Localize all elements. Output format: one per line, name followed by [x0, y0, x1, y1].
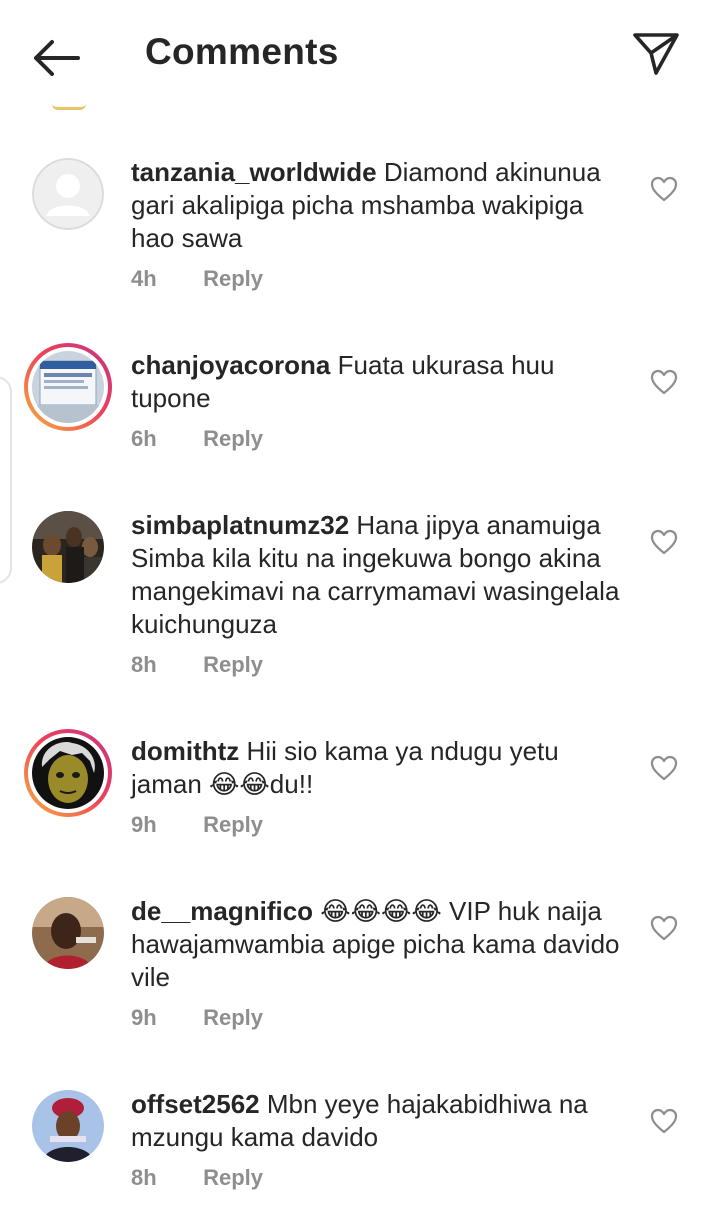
share-button[interactable] [632, 30, 680, 76]
comment-time: 9h [131, 1005, 157, 1030]
comment-text-block: de__magnifico 😂😂😂😂 VIP huk naija hawajam… [131, 895, 631, 994]
page-title: Comments [145, 31, 339, 72]
like-button[interactable] [650, 1108, 678, 1134]
heart-outline-icon [650, 529, 678, 555]
comment-time: 8h [131, 1165, 157, 1190]
comment-text-block: chanjoyacorona Fuata ukurasa huu tupone [131, 349, 631, 415]
heart-outline-icon [650, 176, 678, 202]
heart-outline-icon [650, 369, 678, 395]
like-button[interactable] [650, 369, 678, 395]
arrow-left-icon [34, 40, 80, 76]
comment-time: 9h [131, 812, 157, 837]
comment-username[interactable]: tanzania_worldwide [131, 157, 377, 187]
comment-text-block: simbaplatnumz32 Hana jipya anamuiga Simb… [131, 509, 631, 641]
comment-time: 6h [131, 426, 157, 451]
reply-button[interactable]: Reply [203, 426, 263, 451]
comment-username[interactable]: de__magnifico [131, 896, 313, 926]
comment-meta: 8h Reply [131, 1165, 263, 1191]
avatar[interactable] [32, 897, 104, 969]
reply-button[interactable]: Reply [203, 652, 263, 677]
reply-button[interactable]: Reply [203, 1005, 263, 1030]
comment-meta: 6h Reply [131, 426, 263, 452]
heart-outline-icon [650, 1108, 678, 1134]
like-button[interactable] [650, 755, 678, 781]
top-bar: Comments [0, 0, 720, 110]
reply-button[interactable]: Reply [203, 812, 263, 837]
back-button[interactable] [30, 36, 84, 80]
avatar[interactable] [24, 729, 112, 817]
comment-username[interactable]: offset2562 [131, 1089, 260, 1119]
comment-text-block: domithtz Hii sio kama ya ndugu yetu jama… [131, 735, 631, 801]
comment-username[interactable]: chanjoyacorona [131, 350, 330, 380]
heart-outline-icon [650, 755, 678, 781]
comment-meta: 8h Reply [131, 652, 263, 678]
comment-time: 8h [131, 652, 157, 677]
comments-screen: Comments tanzania_worldwide Diamond akin… [0, 0, 720, 1224]
comment-text-block: tanzania_worldwide Diamond akinunua gari… [131, 156, 631, 255]
comment-username[interactable]: simbaplatnumz32 [131, 510, 349, 540]
heart-outline-icon [650, 915, 678, 941]
avatar[interactable] [24, 343, 112, 431]
comment-meta: 9h Reply [131, 1005, 263, 1031]
paper-plane-icon [633, 33, 679, 75]
previous-avatar-edge [52, 104, 86, 110]
avatar[interactable] [32, 158, 104, 230]
avatar[interactable] [32, 1090, 104, 1162]
reply-button[interactable]: Reply [203, 266, 263, 291]
like-button[interactable] [650, 176, 678, 202]
like-button[interactable] [650, 529, 678, 555]
reply-button[interactable]: Reply [203, 1165, 263, 1190]
avatar[interactable] [32, 511, 104, 583]
comment-time: 4h [131, 266, 157, 291]
comment-meta: 9h Reply [131, 812, 263, 838]
like-button[interactable] [650, 915, 678, 941]
comment-username[interactable]: domithtz [131, 736, 239, 766]
comment-text-block: offset2562 Mbn yeye hajakabidhiwa na mzu… [131, 1088, 631, 1154]
comment-meta: 4h Reply [131, 266, 263, 292]
side-panel-edge [0, 376, 12, 584]
